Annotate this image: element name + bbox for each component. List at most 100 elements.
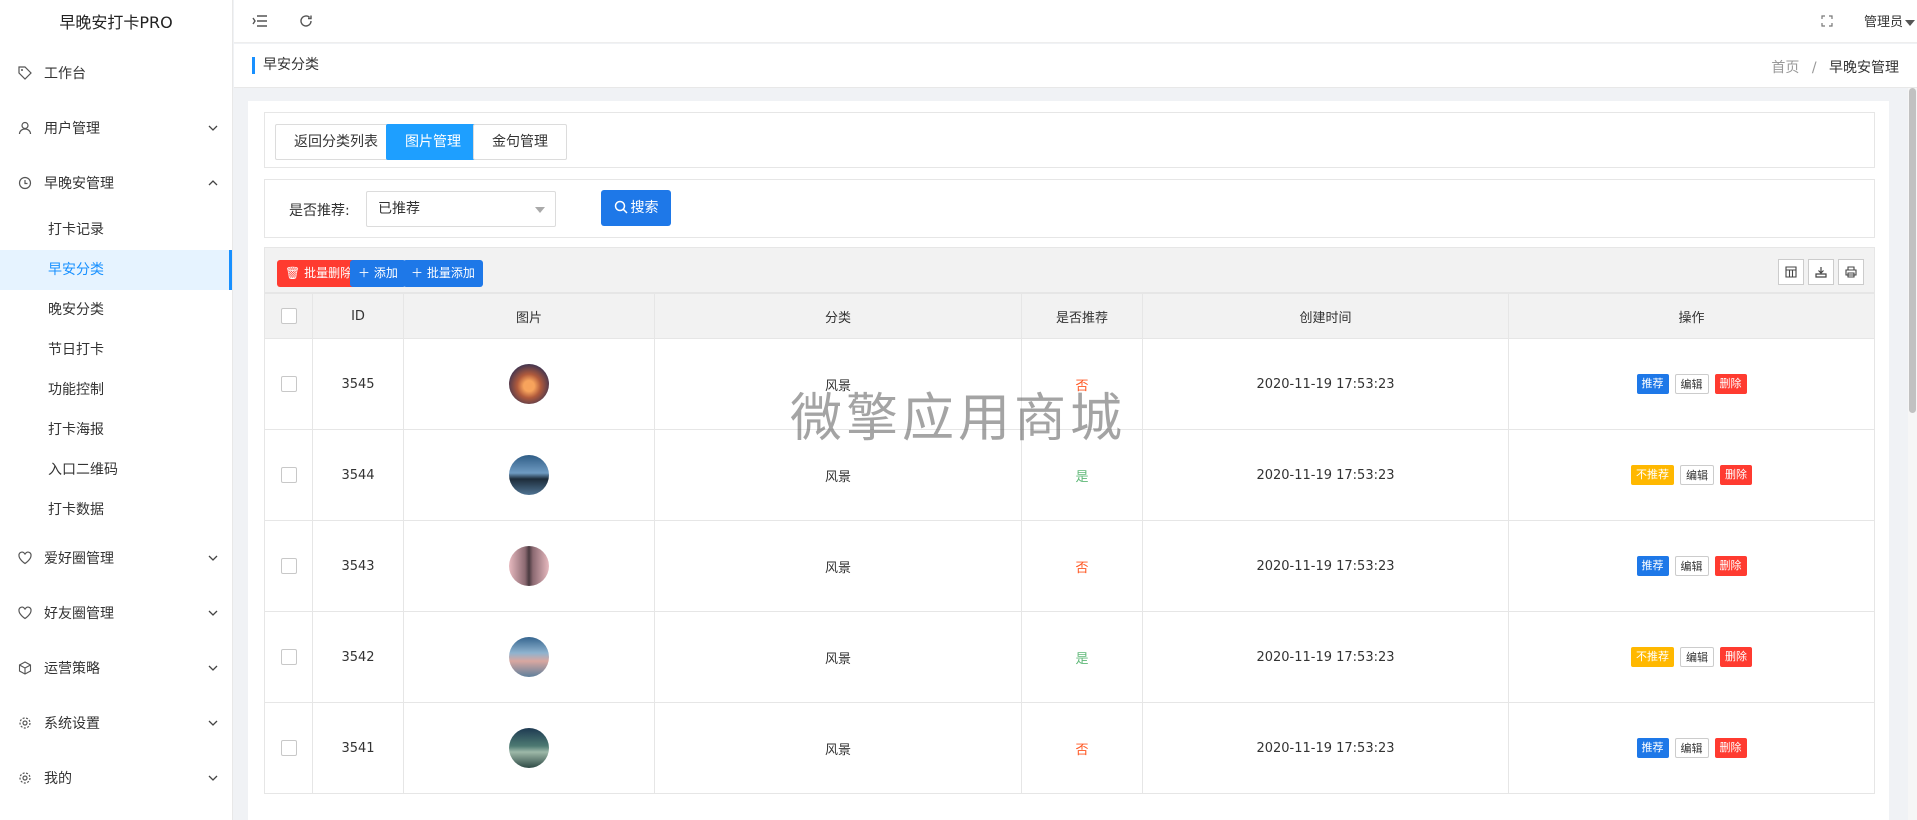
refresh-icon[interactable] <box>296 11 316 31</box>
watermark: 微擎应用商城 <box>790 389 1127 449</box>
sidebar-item-label: 早晚安管理 <box>44 175 114 192</box>
add-label: 添加 <box>373 266 398 280</box>
recommend-button[interactable]: 推荐 <box>1636 556 1669 576</box>
add-button[interactable]: ＋ 添加 <box>350 260 406 287</box>
search-button[interactable]: 搜索 <box>601 190 671 226</box>
sidebar-subitem-morning-category[interactable]: 早安分类 <box>0 250 232 290</box>
table-toolbar: 🗑 批量删除 ＋ 添加 ＋ 批量添加 <box>264 247 1875 293</box>
sidebar-subitem-entry-qrcode[interactable]: 入口二维码 <box>0 450 232 490</box>
recommend-filter-label: 是否推荐: <box>289 203 350 219</box>
image-cell <box>403 520 655 612</box>
search-button-label: 搜索 <box>630 200 659 216</box>
sidebar-subitem-checkin-records[interactable]: 打卡记录 <box>0 210 232 250</box>
page-title: 早安分类 <box>252 57 319 74</box>
edit-button[interactable]: 编辑 <box>1680 465 1714 485</box>
unrecommend-button[interactable]: 不推荐 <box>1631 465 1674 485</box>
sidebar-item-morning-evening[interactable]: 早晚安管理 <box>0 155 232 210</box>
created-time-cell: 2020-11-19 17:53:23 <box>1142 338 1509 430</box>
edit-button[interactable]: 编辑 <box>1674 738 1709 758</box>
sidebar-item-mine[interactable]: 我的 <box>0 750 232 805</box>
user-menu[interactable]: 管理员 <box>1864 11 1915 30</box>
row-checkbox[interactable] <box>280 376 297 392</box>
sidebar-item-friend-circle[interactable]: 好友圈管理 <box>0 585 232 640</box>
recommend-select-value: 已推荐 <box>378 201 420 217</box>
sidebar-subitem-feature-control[interactable]: 功能控制 <box>0 370 232 410</box>
delete-button[interactable]: 删除 <box>1714 556 1747 576</box>
delete-button[interactable]: 删除 <box>1720 647 1752 667</box>
id-cell: 3544 <box>312 429 404 521</box>
sidebar-item-workbench[interactable]: 工作台 <box>0 45 232 100</box>
sidebar-item-label: 运营策略 <box>44 660 100 677</box>
page-scrollbar[interactable] <box>1908 88 1917 820</box>
column-header-image: 图片 <box>403 293 655 339</box>
sidebar-item-operations[interactable]: 运营策略 <box>0 640 232 695</box>
batch-add-label: 批量添加 <box>426 266 475 280</box>
table-row: 3543 风景 否 2020-11-19 17:53:23 推荐 编辑 删除 <box>264 520 1875 612</box>
recommend-button[interactable]: 推荐 <box>1636 738 1669 758</box>
dropdown-arrow-icon <box>535 207 545 213</box>
thumbnail-image[interactable] <box>509 637 549 677</box>
table-row: 3542 风景 是 2020-11-19 17:53:23 不推荐 编辑 删除 <box>264 611 1875 703</box>
edit-button[interactable]: 编辑 <box>1680 647 1714 667</box>
edit-button[interactable]: 编辑 <box>1674 374 1709 394</box>
actions-cell: 不推荐 编辑 删除 <box>1508 429 1875 521</box>
category-cell: 风景 <box>654 611 1022 703</box>
unrecommend-button[interactable]: 不推荐 <box>1631 647 1674 667</box>
menu-toggle-icon[interactable] <box>250 11 270 31</box>
thumbnail-image[interactable] <box>509 546 549 586</box>
row-select-cell <box>264 429 313 521</box>
row-select-cell <box>264 338 313 430</box>
sidebar-subitem-checkin-poster[interactable]: 打卡海报 <box>0 410 232 450</box>
scrollbar-thumb[interactable] <box>1909 88 1916 413</box>
delete-button[interactable]: 删除 <box>1714 738 1747 758</box>
thumbnail-image[interactable] <box>509 455 549 495</box>
print-icon[interactable] <box>1838 259 1864 285</box>
chevron-down-icon <box>208 100 218 155</box>
row-checkbox[interactable] <box>280 558 297 574</box>
delete-button[interactable]: 删除 <box>1720 465 1752 485</box>
delete-button[interactable]: 删除 <box>1714 374 1747 394</box>
image-table: ID 图片 分类 是否推荐 创建时间 操作 3545 风景 否 2020-11-… <box>264 293 1875 794</box>
recommended-cell: 否 <box>1021 702 1143 794</box>
row-checkbox[interactable] <box>280 649 297 665</box>
recommended-cell: 是 <box>1021 611 1143 703</box>
id-cell: 3543 <box>312 520 404 612</box>
sidebar-item-users[interactable]: 用户管理 <box>0 100 232 155</box>
trash-icon: 🗑 <box>285 266 305 280</box>
image-cell <box>403 429 655 521</box>
sidebar-item-label: 系统设置 <box>44 715 100 732</box>
recommend-button[interactable]: 推荐 <box>1636 374 1669 394</box>
batch-add-button[interactable]: ＋ 批量添加 <box>403 260 483 287</box>
column-header-category: 分类 <box>654 293 1022 339</box>
export-icon[interactable] <box>1808 259 1834 285</box>
sidebar-subitem-evening-category[interactable]: 晚安分类 <box>0 290 232 330</box>
row-select-cell <box>264 520 313 612</box>
tab-quote-management[interactable]: 金句管理 <box>473 124 567 160</box>
image-cell <box>403 611 655 703</box>
fullscreen-icon[interactable] <box>1817 11 1837 31</box>
sidebar-item-system-settings[interactable]: 系统设置 <box>0 695 232 750</box>
edit-button[interactable]: 编辑 <box>1674 556 1709 576</box>
tab-back-to-category-list[interactable]: 返回分类列表 <box>275 124 397 160</box>
sidebar-item-label: 爱好圈管理 <box>44 550 114 567</box>
page-title-bar: 早安分类 首页 / 早晚安管理 <box>234 44 1917 88</box>
thumbnail-image[interactable] <box>509 364 549 404</box>
row-checkbox[interactable] <box>280 740 297 756</box>
column-header-actions: 操作 <box>1508 293 1875 339</box>
columns-icon[interactable] <box>1778 259 1804 285</box>
main-content: 返回分类列表 图片管理 金句管理 是否推荐: 已推荐 搜索 🗑 批量删除 ＋ 添… <box>248 101 1889 820</box>
created-time-cell: 2020-11-19 17:53:23 <box>1142 429 1509 521</box>
tab-image-management[interactable]: 图片管理 <box>386 124 480 160</box>
batch-delete-button[interactable]: 🗑 批量删除 <box>277 260 361 287</box>
row-checkbox[interactable] <box>280 467 297 483</box>
sidebar-subitem-checkin-data[interactable]: 打卡数据 <box>0 490 232 530</box>
sidebar-item-hobby-circle[interactable]: 爱好圈管理 <box>0 530 232 585</box>
table-header-row: ID 图片 分类 是否推荐 创建时间 操作 <box>264 293 1875 339</box>
select-all-checkbox[interactable] <box>280 308 297 324</box>
row-select-cell <box>264 702 313 794</box>
thumbnail-image[interactable] <box>509 728 549 768</box>
breadcrumb-home[interactable]: 首页 <box>1771 60 1799 76</box>
recommend-select[interactable]: 已推荐 <box>366 191 556 227</box>
sidebar-subitem-holiday-checkin[interactable]: 节日打卡 <box>0 330 232 370</box>
breadcrumb-current: 早晚安管理 <box>1829 60 1899 76</box>
